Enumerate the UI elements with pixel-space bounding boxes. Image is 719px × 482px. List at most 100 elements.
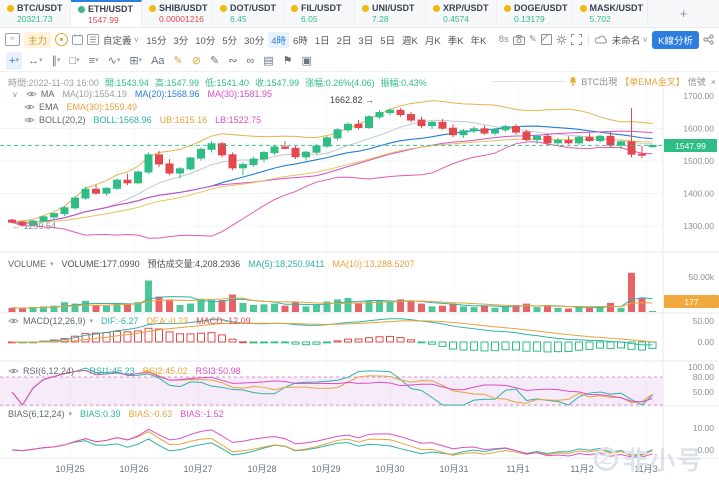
collapse-legends-chevron[interactable]: ∨: [12, 90, 18, 99]
timeframe-button-5[interactable]: 4時: [268, 32, 289, 48]
caret-down-icon[interactable]: ▾: [78, 367, 82, 375]
trendline-tool[interactable]: ↔▾: [25, 52, 46, 70]
caret-down-icon: ▾: [139, 52, 143, 70]
axis-label: 50.00k: [688, 272, 714, 282]
ticker-tab-xrp-usdt[interactable]: XRP/USDT0.4574: [426, 0, 497, 27]
text-tool[interactable]: Aa: [148, 52, 167, 70]
ticker-tab-eth-usdt[interactable]: ETH/USDT1547.99: [71, 0, 142, 27]
coin-icon: [7, 5, 14, 12]
kline-list-icon[interactable]: [87, 34, 99, 45]
ticker-tab-dot-usdt[interactable]: DOT/USDT6.45: [213, 0, 284, 27]
ticker-tab-shib-usdt[interactable]: SHIB/USDT0.00001216: [142, 0, 213, 27]
boll-ub-value: UB:1615.16: [160, 115, 208, 125]
timeframe-button-0[interactable]: 15分: [143, 32, 169, 48]
clipboard-tool[interactable]: ▤: [260, 52, 276, 70]
ma10-value: MA(10):1554.19: [62, 89, 127, 99]
timeframe-button-2[interactable]: 10分: [192, 32, 218, 48]
share-icon[interactable]: [703, 34, 714, 45]
custom-period-dropdown[interactable]: 自定義 ∨: [103, 33, 139, 47]
ticker-tab-fil-usdt[interactable]: FIL/USDT6.05: [284, 0, 355, 27]
ticker-price: 5.702: [580, 14, 644, 24]
timeframe-button-6[interactable]: 6時: [290, 32, 311, 48]
axis-label: 1600.00: [683, 124, 714, 134]
eye-icon[interactable]: [8, 367, 19, 375]
text-tool-icon: Aa: [151, 52, 164, 70]
wave-tool[interactable]: ∿▾: [105, 52, 124, 70]
eraser-tool[interactable]: ✎: [207, 52, 222, 70]
timeframe-button-14[interactable]: 年K: [468, 32, 490, 48]
screenshot-frame-icon[interactable]: [541, 34, 552, 45]
ticker-price: 1547.99: [78, 15, 137, 25]
cloud-save-icon[interactable]: [595, 35, 608, 44]
coin-icon: [149, 5, 156, 12]
caret-down-icon[interactable]: ▾: [90, 317, 94, 325]
ticker-tab-mask-usdt[interactable]: MASK/USDT5.702: [573, 0, 649, 27]
calendar-icon[interactable]: [72, 34, 83, 45]
ticker-pair: XRP/USDT: [443, 3, 489, 13]
volume-estimate: 预估成交量:4,208.2936: [148, 257, 241, 270]
kline-analysis-button[interactable]: K線分析: [652, 31, 699, 49]
pencil-tool[interactable]: ✎: [171, 52, 186, 70]
chart-type-icon[interactable]: ≈: [5, 33, 20, 46]
ticker-tab-doge-usdt[interactable]: DOGE/USDT0.13179: [497, 0, 573, 27]
main-force-button[interactable]: 主力: [24, 32, 51, 48]
ohlc-time: 時間:2022-11-03 16:00: [8, 76, 99, 89]
ticker-tab-uni-usdt[interactable]: UNI/USDT7.28: [355, 0, 426, 27]
indicator-circle-icon[interactable]: [55, 33, 68, 46]
magnet-tool-icon: ∞: [246, 52, 254, 70]
eye-icon[interactable]: [24, 103, 35, 111]
watermark-text: 非小号: [623, 441, 704, 477]
edit-box-tool[interactable]: ▣: [299, 52, 315, 70]
eye-icon[interactable]: [26, 90, 37, 98]
timeframe-button-4[interactable]: 30分: [241, 32, 267, 48]
watermark: 之 非小号: [594, 441, 704, 477]
caret-down-icon[interactable]: ▾: [69, 410, 73, 418]
fullscreen-icon[interactable]: [571, 34, 582, 45]
layout-name-dropdown[interactable]: 未命名 ∨: [612, 33, 648, 47]
caret-down-icon: ▾: [117, 52, 121, 70]
hide-drawings-tool[interactable]: ⊘: [189, 52, 204, 70]
ticker-pair: SHIB/USDT: [159, 3, 208, 13]
signal-close-icon[interactable]: ×: [711, 77, 716, 87]
timeframe-button-1[interactable]: 3分: [170, 32, 191, 48]
add-ticker-button[interactable]: +: [648, 0, 719, 27]
timeframe-button-7[interactable]: 1日: [312, 32, 333, 48]
signal-suffix: 信號: [688, 75, 706, 88]
timeframe-button-11[interactable]: 週K: [399, 32, 421, 48]
timeframe-button-12[interactable]: 月K: [422, 32, 444, 48]
position-tool[interactable]: ⊞▾: [126, 52, 145, 70]
parallel-lines-tool[interactable]: ∥▾: [48, 52, 63, 70]
timeframe-button-8[interactable]: 2日: [334, 32, 355, 48]
eye-icon[interactable]: [8, 317, 19, 325]
trendline-tool-icon: ↔: [28, 52, 39, 70]
timeframe-button-13[interactable]: 季K: [445, 32, 467, 48]
position-tool-icon: ⊞: [129, 52, 138, 70]
axis-label: 10.00: [693, 423, 715, 433]
fib-lines-tool[interactable]: ≡▾: [86, 52, 102, 70]
timeframe-button-9[interactable]: 3日: [355, 32, 376, 48]
signal-notification[interactable]: BTC出現 【单EMA金叉】 信號 ×: [493, 75, 716, 88]
bias2-value: BIAS:-0.63: [129, 409, 173, 419]
caret-down-icon[interactable]: ▾: [50, 260, 54, 268]
flag-tool[interactable]: ⚑: [280, 52, 296, 70]
timeframe-button-10[interactable]: 5日: [377, 32, 398, 48]
ticker-tab-btc-usdt[interactable]: BTC/USDT20321.73: [0, 0, 71, 27]
eye-icon[interactable]: [24, 116, 35, 124]
volume-value: VOLUME:177.0990: [62, 259, 140, 269]
crosshair-tool[interactable]: +▾: [6, 52, 22, 70]
axis-label: 10月27: [183, 464, 212, 474]
boll-title: BOLL(20,2): [39, 115, 86, 125]
bias-title: BIAS(6,12,24): [8, 409, 65, 419]
timeframe-button-3[interactable]: 5分: [219, 32, 240, 48]
ma-title: MA: [41, 89, 55, 99]
boll-legend-row: BOLL(20,2) BOLL:1568.96 UB:1615.16 LB:15…: [24, 115, 261, 125]
settings-gear-icon[interactable]: [556, 34, 567, 45]
annotate-pencil-icon[interactable]: ✎: [529, 34, 537, 45]
magnet-tool[interactable]: ∞: [243, 52, 257, 70]
rectangle-tool[interactable]: □▾: [66, 52, 82, 70]
camera-icon[interactable]: [513, 35, 525, 45]
countdown-label: 8s: [499, 34, 509, 45]
chevron-down-icon: ∨: [134, 35, 140, 44]
curve-pen-tool[interactable]: ∾: [225, 52, 240, 70]
ohlc-amplitude: 振幅:0.43%: [381, 76, 427, 89]
